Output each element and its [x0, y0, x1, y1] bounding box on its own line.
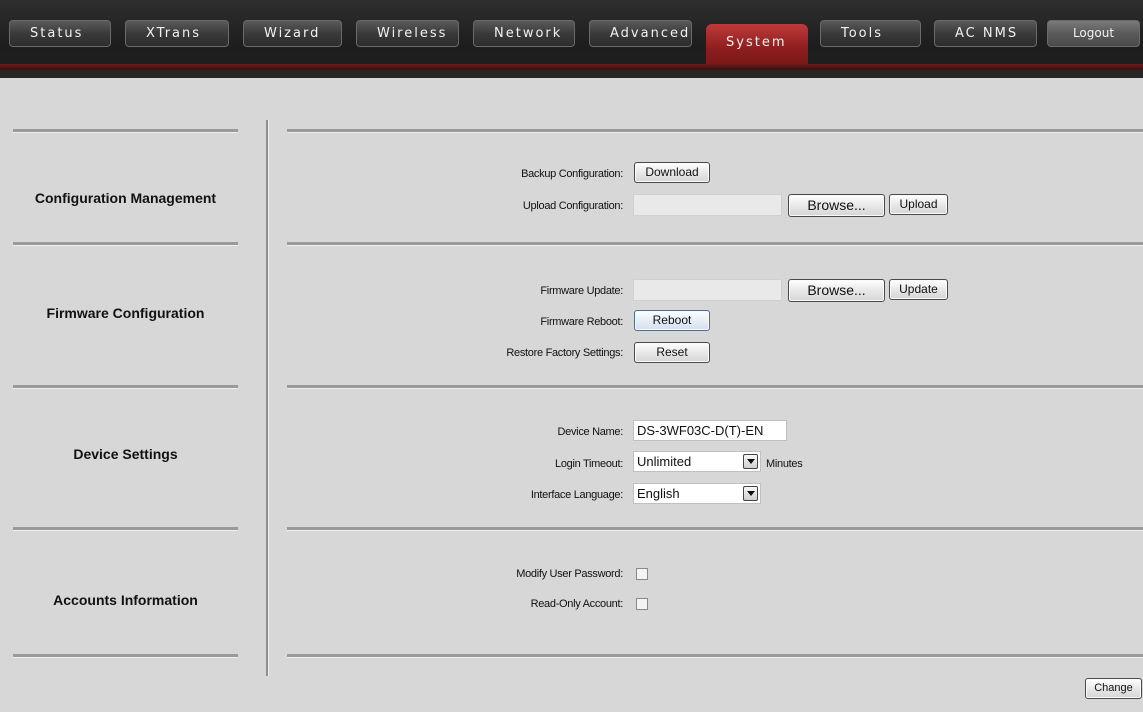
- restore-factory-label: Restore Factory Settings:: [506, 347, 623, 359]
- chevron-down-icon[interactable]: [743, 486, 758, 501]
- upload-browse-button[interactable]: Browse...: [788, 194, 885, 217]
- tab-xtrans[interactable]: XTrans: [125, 20, 229, 47]
- device-name-input[interactable]: DS-3WF03C-D(T)-EN: [633, 420, 787, 441]
- interface-language-select[interactable]: English: [633, 483, 761, 504]
- interface-language-label: Interface Language:: [530, 489, 623, 501]
- timeout-unit-label: Minutes: [766, 458, 803, 470]
- firmware-update-button[interactable]: Update: [889, 279, 948, 300]
- upload-configuration-label: Upload Configuration:: [522, 200, 623, 212]
- section-title-configuration: Configuration Management: [34, 190, 217, 206]
- divider: [13, 654, 238, 658]
- login-timeout-label: Login Timeout:: [555, 458, 623, 470]
- interface-language-value: English: [637, 486, 680, 501]
- modify-password-checkbox[interactable]: [636, 568, 648, 580]
- modify-password-label: Modify User Password:: [516, 568, 623, 580]
- tab-status[interactable]: Status: [9, 20, 111, 47]
- divider: [13, 527, 238, 531]
- download-button[interactable]: Download: [634, 162, 710, 183]
- change-button[interactable]: Change: [1085, 678, 1142, 699]
- firmware-file-field[interactable]: [633, 279, 782, 301]
- divider: [287, 527, 1143, 531]
- tab-ac-nms[interactable]: AC NMS: [934, 20, 1037, 47]
- divider: [287, 242, 1143, 246]
- top-navigation: Status XTrans Wizard Wireless Network Ad…: [0, 0, 1143, 78]
- tab-wizard[interactable]: Wizard: [243, 20, 342, 47]
- logout-button[interactable]: Logout: [1047, 20, 1140, 47]
- tab-wireless[interactable]: Wireless: [356, 20, 459, 47]
- reset-button[interactable]: Reset: [634, 342, 710, 363]
- divider: [287, 385, 1143, 389]
- divider: [13, 242, 238, 246]
- nav-bottom-bar: [0, 70, 1143, 78]
- firmware-update-label: Firmware Update:: [540, 285, 623, 297]
- login-timeout-value: Unlimited: [637, 454, 692, 469]
- tab-system[interactable]: System: [706, 24, 808, 66]
- section-title-device: Device Settings: [73, 446, 178, 462]
- upload-button[interactable]: Upload: [889, 194, 948, 215]
- divider: [13, 385, 238, 389]
- read-only-account-label: Read-Only Account:: [530, 598, 624, 610]
- firmware-browse-button[interactable]: Browse...: [788, 279, 885, 302]
- section-title-accounts: Accounts Information: [53, 592, 198, 608]
- chevron-down-icon[interactable]: [743, 454, 758, 469]
- tab-tools[interactable]: Tools: [820, 20, 921, 47]
- divider: [287, 654, 1143, 658]
- divider: [13, 129, 238, 133]
- divider: [287, 129, 1143, 133]
- firmware-reboot-label: Firmware Reboot:: [540, 316, 623, 328]
- section-title-firmware: Firmware Configuration: [46, 305, 205, 321]
- tab-network[interactable]: Network: [473, 20, 575, 47]
- backup-configuration-label: Backup Configuration:: [521, 168, 623, 180]
- upload-file-field[interactable]: [633, 194, 782, 216]
- tab-advanced[interactable]: Advanced: [589, 20, 692, 47]
- read-only-account-checkbox[interactable]: [636, 598, 648, 610]
- device-name-label: Device Name:: [557, 426, 624, 438]
- vertical-divider: [266, 120, 269, 676]
- reboot-button[interactable]: Reboot: [634, 310, 710, 331]
- login-timeout-select[interactable]: Unlimited: [633, 451, 761, 472]
